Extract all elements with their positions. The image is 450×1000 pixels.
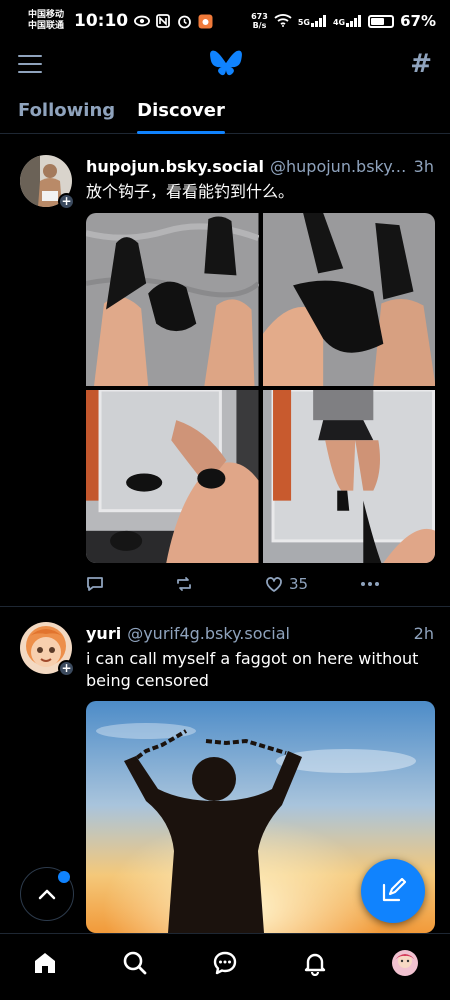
- post-time: 3h: [413, 157, 434, 176]
- chat-icon: [213, 951, 237, 975]
- display-name[interactable]: yuri: [86, 624, 121, 643]
- chevron-up-icon: [38, 889, 56, 900]
- carrier-2: 中国联通: [28, 21, 65, 31]
- image-grid: [86, 213, 435, 563]
- reply-button[interactable]: [86, 575, 104, 593]
- battery-percent: 67%: [400, 12, 436, 30]
- app-notification-icon: [197, 13, 213, 29]
- post-time: 2h: [413, 624, 434, 643]
- clock: 10:10: [74, 11, 129, 31]
- post-image[interactable]: [262, 213, 435, 386]
- post-actions: 35: [86, 572, 434, 596]
- compose-icon: [382, 878, 406, 902]
- wifi-icon: [274, 13, 292, 30]
- compose-button[interactable]: [361, 859, 425, 923]
- network-speed: 673 B/s: [251, 12, 268, 30]
- like-count: 35: [289, 575, 309, 593]
- search-icon: [123, 951, 147, 975]
- like-button[interactable]: 35: [265, 575, 308, 593]
- carrier-labels: 中国移动 中国联通: [28, 10, 72, 32]
- feed-post[interactable]: + hupojun.bsky.social @hupojun.bsky.so..…: [0, 135, 450, 607]
- feed-tabs: Following Discover: [0, 86, 450, 134]
- more-button[interactable]: [360, 581, 380, 587]
- home-icon: [35, 953, 55, 973]
- hash-icon[interactable]: #: [410, 49, 432, 79]
- post-image[interactable]: [86, 213, 259, 386]
- bell-icon: [304, 953, 326, 976]
- carrier-1: 中国移动: [28, 10, 65, 20]
- battery-icon: [368, 14, 395, 28]
- menu-icon[interactable]: [18, 55, 42, 73]
- tab-following[interactable]: Following: [18, 86, 115, 134]
- handle[interactable]: @yurif4g.bsky.social: [127, 624, 407, 643]
- follow-plus-icon[interactable]: +: [58, 660, 75, 677]
- display-name[interactable]: hupojun.bsky.social: [86, 157, 264, 176]
- reply-icon: [87, 577, 103, 591]
- tab-discover[interactable]: Discover: [137, 86, 225, 134]
- nav-profile[interactable]: [385, 943, 425, 983]
- new-posts-dot: [58, 871, 70, 883]
- bottom-nav: [0, 933, 450, 1000]
- post-text: i can call myself a faggot on here witho…: [86, 649, 419, 690]
- handle[interactable]: @hupojun.bsky.so...: [270, 157, 408, 176]
- nav-search[interactable]: [115, 943, 155, 983]
- nav-home[interactable]: [25, 943, 65, 983]
- signal-4g-icon: 4G: [333, 15, 362, 27]
- butterfly-icon: [210, 50, 243, 76]
- heart-icon: [266, 576, 282, 592]
- post-image[interactable]: [262, 390, 435, 563]
- alarm-icon: [176, 13, 192, 29]
- post-text: 放个钩子，看看能钓到什么。: [86, 182, 295, 201]
- profile-avatar: [392, 950, 418, 976]
- nav-chat[interactable]: [205, 943, 245, 983]
- post-image[interactable]: [86, 390, 259, 563]
- follow-plus-icon[interactable]: +: [58, 193, 75, 210]
- status-bar: 中国移动 中国联通 10:10 673 B/s 5G 4G 67%: [0, 0, 450, 42]
- more-icon: [361, 582, 380, 586]
- repost-button[interactable]: [175, 575, 193, 593]
- nfc-icon: [155, 13, 171, 29]
- repost-icon: [177, 577, 191, 591]
- signal-5g-icon: 5G: [298, 15, 327, 27]
- app-header: #: [0, 42, 450, 86]
- nav-notifications[interactable]: [295, 943, 335, 983]
- eye-icon: [134, 13, 151, 29]
